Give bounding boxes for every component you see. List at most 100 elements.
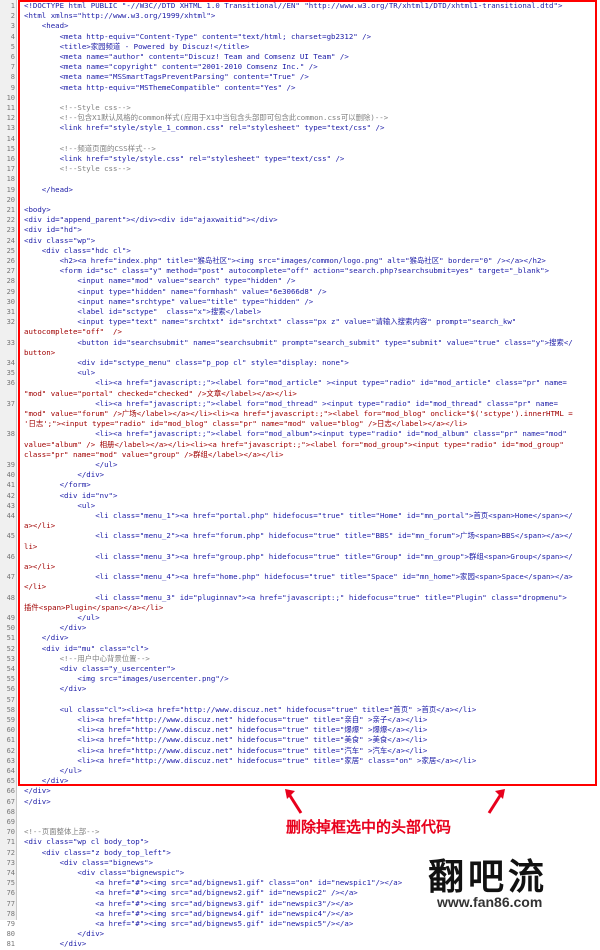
line-number: 12: [6, 114, 15, 123]
code-text: <div class="wp cl body_top">: [24, 837, 149, 847]
line-number: 50: [6, 624, 15, 633]
line-number: 16: [6, 155, 15, 163]
line-number: 1: [10, 2, 15, 10]
line-number: 68: [6, 807, 15, 816]
code-text: </div>: [24, 796, 51, 806]
line-number: 46: [6, 552, 15, 561]
code-text: <a href="#"><img src="ad/bignews1.gif" c…: [24, 878, 403, 888]
line-number: 54: [6, 665, 15, 673]
line-number: 48: [6, 593, 15, 602]
line-number: 67: [6, 797, 15, 806]
line-number: 10: [6, 93, 15, 102]
line-number: 49: [6, 614, 15, 622]
line-number: 71: [6, 838, 15, 847]
line-number: 33: [6, 338, 15, 347]
line-number: 43: [6, 501, 15, 510]
code-text: </div>: [24, 929, 105, 939]
code-line: 78 <a href="#"><img src="ad/bignews4.gif…: [0, 909, 600, 919]
line-number: 28: [6, 277, 15, 286]
code-line: 79 <a href="#"><img src="ad/bignews5.gif…: [0, 919, 600, 929]
code-text: </div>: [24, 939, 87, 949]
line-number: 35: [6, 369, 15, 378]
code-text: <a href="#"><img src="ad/bignews5.gif" i…: [24, 919, 354, 928]
code-text: <!--页面整体上部-->: [24, 827, 100, 837]
line-number: 36: [6, 379, 15, 388]
line-number: 21: [6, 206, 15, 214]
code-line: 81 </div>: [0, 939, 600, 949]
line-number: 58: [6, 705, 15, 714]
line-number: 56: [6, 685, 15, 694]
line-number: 74: [6, 869, 15, 877]
line-number: 3: [10, 22, 15, 31]
line-number: 23: [6, 226, 15, 235]
line-number: 47: [6, 573, 15, 582]
line-number: 13: [6, 124, 15, 133]
line-number: 51: [6, 634, 15, 643]
code-text: <div class="bignewspic">: [24, 868, 185, 877]
line-number: 53: [6, 654, 15, 663]
line-number: 72: [6, 848, 15, 857]
line-number: 42: [6, 491, 15, 500]
line-number: 81: [6, 940, 15, 949]
line-number: 55: [6, 675, 15, 684]
code-line: 71 <div class="wp cl body_top">: [0, 837, 600, 847]
line-number: 40: [6, 471, 15, 480]
line-number: 60: [6, 726, 15, 735]
line-number: 18: [6, 175, 15, 184]
code-text: <div class="bignews">: [24, 857, 154, 867]
line-number: 20: [6, 195, 15, 204]
line-number: 31: [6, 308, 15, 316]
line-number: 19: [6, 185, 15, 194]
line-number: 7: [10, 63, 15, 72]
arrow-up-left-icon: [285, 789, 303, 814]
annotation-caption: 删除掉框选中的头部代码: [286, 818, 452, 836]
line-number: 25: [6, 246, 15, 255]
line-number: 17: [6, 165, 15, 174]
line-number: 4: [10, 32, 15, 41]
line-number: 14: [6, 134, 15, 143]
line-number: 80: [6, 930, 15, 939]
line-number: 9: [10, 83, 15, 92]
code-text: <a href="#"><img src="ad/bignews2.gif" i…: [24, 888, 358, 898]
line-number: 41: [6, 481, 15, 490]
code-text: <a href="#"><img src="ad/bignews3.gif" i…: [24, 898, 354, 908]
line-number: 69: [6, 818, 15, 826]
watermark-brand: 翻吧流: [428, 856, 549, 898]
line-number: 38: [6, 430, 15, 439]
line-number: 29: [6, 287, 15, 296]
line-number: 61: [6, 736, 15, 745]
line-number: 6: [10, 53, 15, 61]
code-text: </div>: [24, 786, 51, 796]
line-number: 32: [6, 318, 15, 327]
selection-highlight-box: [18, 0, 597, 786]
line-number: 73: [6, 858, 15, 867]
line-number: 52: [6, 644, 15, 653]
line-number: 62: [6, 746, 15, 755]
line-number: 57: [6, 695, 15, 704]
line-number: 24: [6, 236, 15, 245]
line-number: 44: [6, 512, 15, 520]
line-number: 27: [6, 267, 15, 276]
line-number: 11: [6, 104, 15, 112]
line-number: 64: [6, 767, 15, 775]
line-number: 39: [6, 461, 15, 469]
line-number: 34: [6, 359, 15, 367]
line-number: 66: [6, 787, 15, 796]
line-number: 70: [6, 828, 15, 837]
line-number: 77: [6, 899, 15, 908]
code-text: <a href="#"><img src="ad/bignews4.gif" i…: [24, 908, 354, 918]
line-number: 2: [10, 12, 15, 21]
code-line: 80 </div>: [0, 929, 600, 939]
line-number: 8: [10, 73, 15, 82]
arrow-up-right-icon: [487, 789, 505, 814]
code-text: <div class="z body_top_left">: [24, 847, 171, 857]
watermark-url: www.fan86.com: [437, 894, 543, 910]
line-number: 59: [6, 716, 15, 724]
line-number: 79: [6, 920, 15, 928]
line-number: 45: [6, 532, 15, 541]
line-number: 37: [6, 399, 15, 408]
line-number: 26: [6, 257, 15, 265]
line-number: 75: [6, 879, 15, 888]
line-number: 65: [6, 777, 15, 786]
line-number: 22: [6, 216, 15, 225]
